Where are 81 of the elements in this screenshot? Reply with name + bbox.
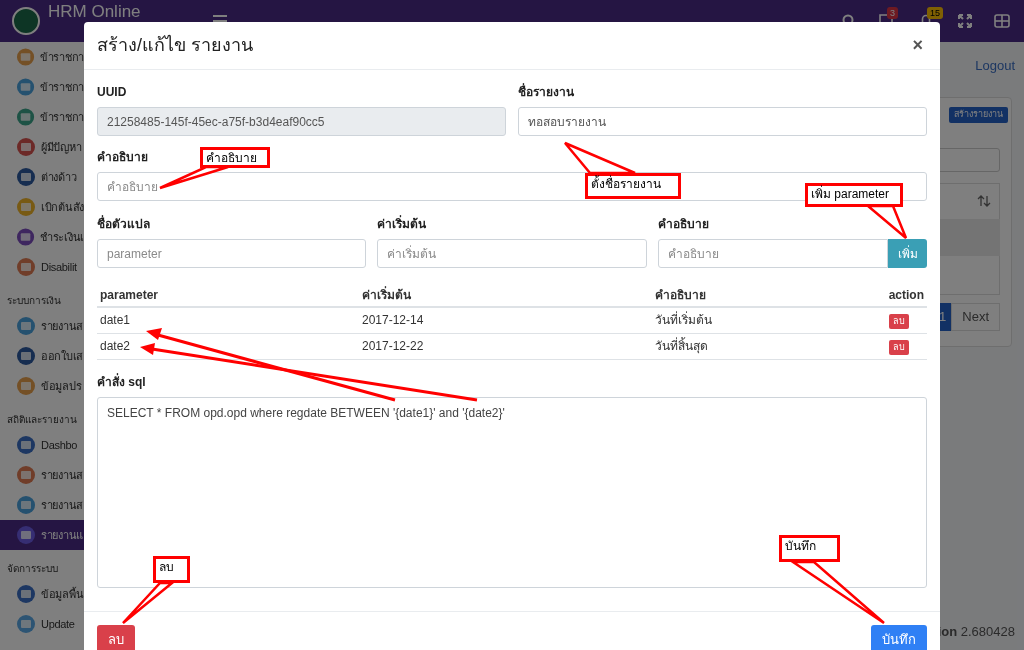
illustration-icon: [16, 167, 36, 187]
callout-label: ลบ: [153, 556, 190, 583]
sort-icon[interactable]: [977, 195, 991, 207]
illustration-icon: [16, 465, 36, 485]
table-cell: date2: [97, 333, 359, 359]
sidebar-item[interactable]: ข้าราชกา: [0, 102, 84, 132]
report-name-field[interactable]: ทอสอบรายงาน: [518, 107, 927, 136]
close-button[interactable]: ×: [912, 32, 923, 59]
parameter-field[interactable]: parameter: [97, 239, 367, 268]
delete-row-button[interactable]: ลบ: [888, 340, 909, 355]
illustration-icon: [16, 227, 36, 247]
illustration-icon: [16, 107, 36, 127]
illustration-icon: [16, 525, 36, 545]
sidebar-item[interactable]: Disabilit: [0, 252, 84, 282]
sidebar-item[interactable]: รายงานส: [0, 460, 84, 490]
callout-label: บันทึก: [779, 535, 840, 562]
callout-label: เพิ่ม parameter: [805, 183, 903, 207]
logout-link[interactable]: Logout: [975, 56, 1015, 76]
illustration-icon: [16, 584, 36, 604]
illustration-icon: [16, 346, 36, 366]
illustration-icon: [16, 47, 36, 67]
illustration-icon: [16, 495, 36, 515]
sidebar-item[interactable]: ผู้มีปัญหา: [0, 132, 84, 162]
sidebar-item[interactable]: ออกใบเส: [0, 341, 84, 371]
add-button[interactable]: เพิ่ม: [888, 239, 927, 268]
sidebar-heading: ระบบการเงิน: [7, 294, 61, 308]
callout-pointer: [121, 581, 176, 625]
sidebar-item[interactable]: ชำระเงินเ: [0, 222, 84, 252]
logo-icon: [12, 7, 40, 35]
field-label: คำสั่ง sql: [97, 373, 146, 390]
column-header: ค่าเริ่มต้น: [359, 283, 652, 307]
notification-badge: 3: [887, 7, 898, 19]
delete-button[interactable]: ลบ: [97, 624, 135, 650]
sidebar-item[interactable]: ต่างด้าว: [0, 162, 84, 192]
sidebar-item[interactable]: รายงานส: [0, 311, 84, 341]
illustration-icon: [16, 316, 36, 336]
create-report-button[interactable]: สร้างรายงาน: [949, 107, 1008, 123]
field-label: ชื่อตัวแปล: [97, 216, 150, 232]
table-cell: 2017-12-14: [359, 307, 652, 333]
grid-icon[interactable]: [994, 14, 1010, 28]
sidebar-item[interactable]: Dashbo: [0, 430, 84, 460]
field-label: UUID: [97, 84, 127, 100]
page-button[interactable]: Next: [951, 303, 1000, 331]
illustration-icon: [16, 614, 36, 634]
fullscreen-icon[interactable]: [958, 14, 972, 28]
sidebar-heading: สถิติและรายงาน: [7, 413, 77, 427]
illustration-icon: [16, 435, 36, 455]
table-cell: 2017-12-22: [359, 333, 652, 359]
table-cell: date1: [97, 307, 359, 333]
field-label: ค่าเริ่มต้น: [377, 216, 427, 232]
sidebar-heading: จัดการระบบ: [7, 562, 58, 576]
field-label: คำอธิบาย: [97, 149, 148, 165]
sidebar-item[interactable]: ข้อมูลพื้น: [0, 579, 84, 609]
column-header: parameter: [97, 283, 359, 307]
delete-row-button[interactable]: ลบ: [888, 314, 909, 330]
notification-badge: 15: [927, 7, 943, 19]
sidebar-item[interactable]: รายงานส: [0, 490, 84, 520]
uuid-field[interactable]: 21258485-145f-45ec-a75f-b3d4eaf90cc5: [97, 107, 506, 136]
sidebar-item[interactable]: Update: [0, 609, 84, 639]
sidebar-item[interactable]: ข้อมูลปร: [0, 371, 84, 401]
illustration-icon: [16, 77, 36, 97]
illustration-icon: [16, 197, 36, 217]
illustration-icon: [16, 257, 36, 277]
sidebar-item[interactable]: เบิกต้นสัง: [0, 192, 84, 222]
field-label: คำอธิบาย: [657, 216, 709, 232]
callout-label: ตั้งชื่อรายงาน: [585, 173, 681, 199]
illustration-icon: [16, 137, 36, 157]
dialog-title: สร้าง/แก้ไข รายงาน: [97, 34, 253, 57]
table-cell: วันที่เริ่มต้น: [652, 307, 886, 333]
save-button[interactable]: บันทึก: [871, 624, 927, 650]
table-cell: วันที่สิ้นสุด: [652, 333, 886, 359]
column-header: คำอธิบาย: [652, 283, 886, 307]
sidebar-item[interactable]: ข้าราชกา: [0, 72, 84, 102]
callout-label: คำอธิบาย: [200, 147, 270, 168]
column-header: action: [885, 283, 927, 307]
brand-name: HRM Online: [48, 3, 141, 21]
field-label: ชื่อรายงาน: [518, 84, 574, 100]
sidebar-item[interactable]: ข้าราชกา: [0, 42, 84, 72]
sidebar-item[interactable]: รายงานแ: [0, 520, 84, 550]
default-value-field[interactable]: ค่าเริ่มต้น: [377, 239, 647, 268]
illustration-icon: [16, 376, 36, 396]
